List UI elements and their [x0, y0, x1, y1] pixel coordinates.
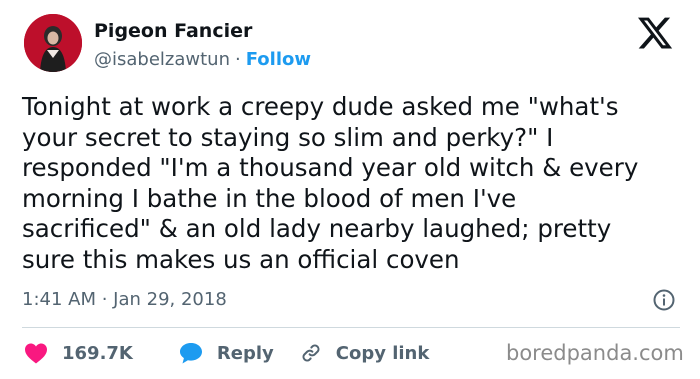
source-watermark: boredpanda.com: [506, 341, 684, 365]
reply-button[interactable]: Reply: [179, 342, 274, 364]
info-icon[interactable]: [652, 288, 676, 312]
author-name[interactable]: Pigeon Fancier: [94, 20, 252, 42]
avatar[interactable]: [24, 14, 82, 72]
copy-link-button[interactable]: Copy link: [300, 342, 430, 364]
action-bar: 169.7K Reply Copy link: [24, 338, 429, 368]
tweet-text: Tonight at work a creepy dude asked me "…: [22, 92, 639, 274]
x-logo-icon[interactable]: [636, 14, 674, 52]
like-count: 169.7K: [62, 342, 133, 364]
separator-dot: ·: [234, 49, 241, 70]
follow-button[interactable]: Follow: [246, 49, 311, 70]
divider: [22, 327, 680, 328]
reply-label: Reply: [216, 342, 274, 364]
like-button[interactable]: 169.7K: [24, 342, 133, 364]
avatar-image: [24, 14, 82, 72]
author-meta: @isabelzawtun · Follow: [94, 49, 311, 70]
link-icon: [302, 344, 320, 362]
heart-icon: [25, 343, 47, 364]
author-handle[interactable]: @isabelzawtun: [94, 49, 230, 70]
copy-link-label: Copy link: [335, 342, 430, 364]
tweet-timestamp[interactable]: 1:41 AM · Jan 29, 2018: [22, 289, 227, 310]
speech-bubble-icon: [179, 343, 202, 364]
